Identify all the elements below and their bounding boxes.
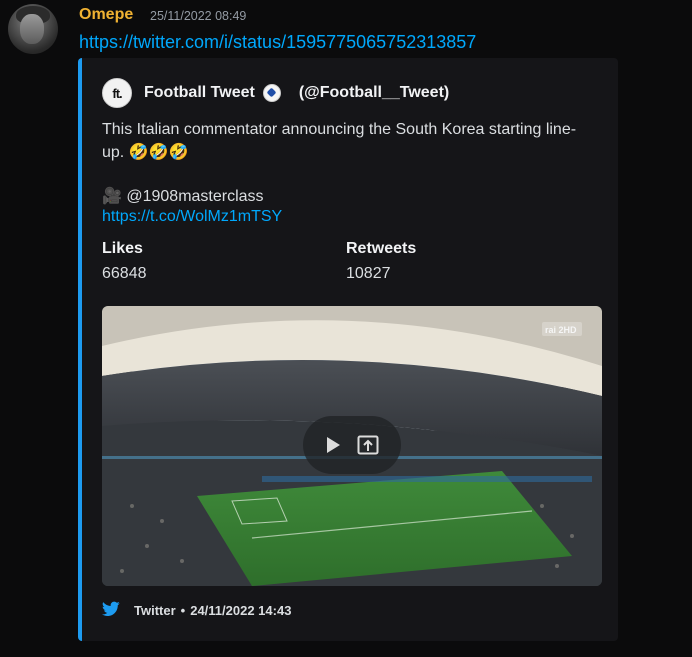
- footer-separator: •: [180, 602, 186, 618]
- field-retweets: Retweets 10827: [346, 240, 416, 283]
- message-link[interactable]: https://twitter.com/i/status/15957750657…: [79, 32, 476, 53]
- field-retweets-value: 10827: [346, 265, 391, 282]
- video-controls[interactable]: [303, 416, 401, 474]
- soccer-ball-icon: [262, 84, 281, 102]
- twitter-bird-icon: [101, 601, 120, 620]
- user-avatar[interactable]: [8, 4, 58, 54]
- message-username[interactable]: Omepe: [79, 6, 133, 24]
- embed-credit: 🎥 @1908masterclass: [102, 188, 264, 205]
- embed-author-name[interactable]: Football Tweet: [144, 84, 255, 102]
- footer-date: 24/11/2022 14:43: [190, 602, 292, 618]
- footer-source: Twitter: [134, 602, 176, 618]
- tweet-embed: ft. Football Tweet (@Football__Tweet) Th…: [78, 58, 618, 641]
- embed-author-handle[interactable]: (@Football__Tweet): [299, 84, 449, 102]
- open-external-icon[interactable]: [357, 435, 379, 455]
- video-watermark: rai 2HD: [545, 325, 577, 335]
- author-avatar-icon[interactable]: ft.: [102, 78, 132, 108]
- embed-description-link[interactable]: https://t.co/WolMz1mTSY: [102, 208, 282, 226]
- author-avatar-text: ft.: [112, 85, 122, 101]
- embed-footer: Twitter • 24/11/2022 14:43: [101, 600, 292, 620]
- message-timestamp: 25/11/2022 08:49: [150, 9, 247, 23]
- field-retweets-name: Retweets: [346, 240, 417, 257]
- field-likes: Likes 66848: [102, 240, 147, 283]
- play-icon[interactable]: [325, 436, 341, 454]
- avatar-face: [20, 14, 44, 44]
- embed-description: This Italian commentator announcing the …: [102, 121, 577, 161]
- embed-video-thumbnail[interactable]: rai 2HD: [102, 306, 602, 586]
- embed-author: ft. Football Tweet (@Football__Tweet): [102, 78, 449, 108]
- field-likes-value: 66848: [102, 265, 147, 282]
- field-likes-name: Likes: [102, 240, 143, 257]
